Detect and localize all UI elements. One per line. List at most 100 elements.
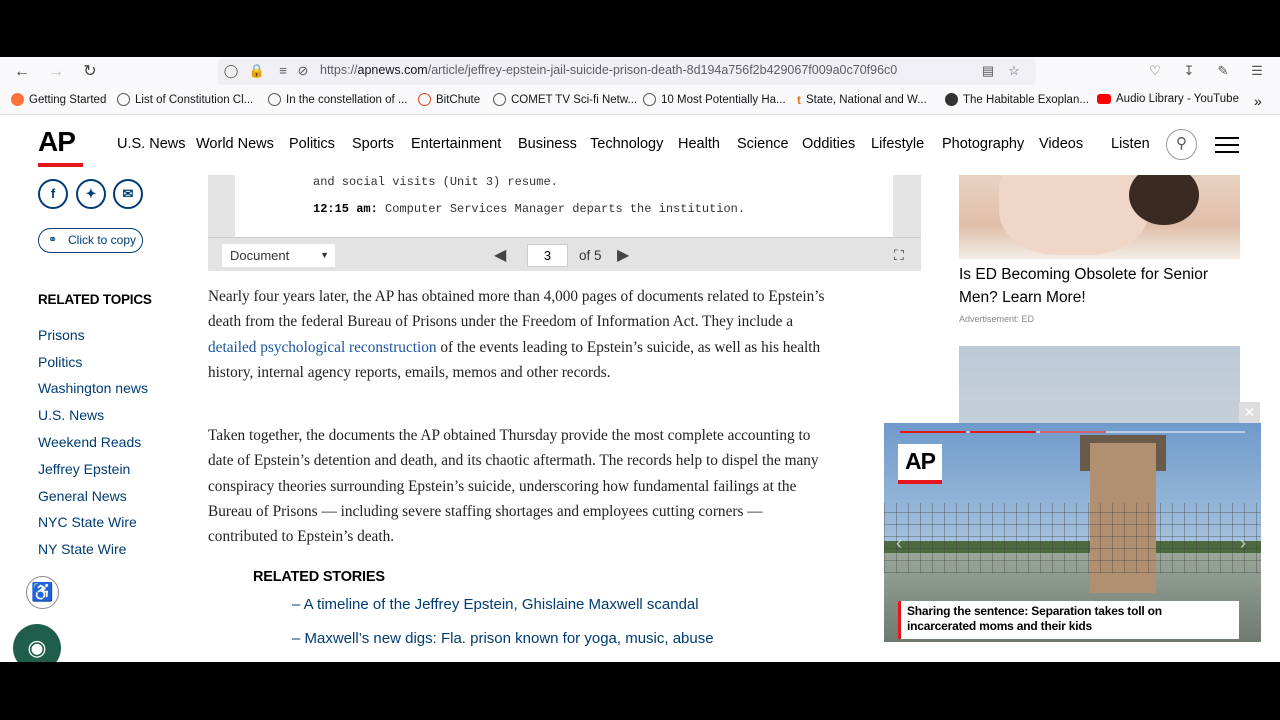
tracking-blocked-icon[interactable]: ⊘ [294,62,312,80]
permissions-icon[interactable]: ≡ [274,62,292,80]
bookmark-label: BitChute [436,93,481,106]
reload-icon[interactable]: ↻ [80,62,100,82]
ap-logo-text: AP [38,126,76,157]
close-icon[interactable]: ✕ [1239,402,1260,423]
bookmark-label: In the constellation of ... [286,93,408,106]
lock-icon[interactable]: 🔒 [248,62,266,80]
forward-arrow-icon[interactable]: → [46,62,66,82]
pocket-icon[interactable]: ♡ [1146,62,1164,80]
nav-business[interactable]: Business [518,136,577,152]
topic-link[interactable]: NYC State Wire [38,514,137,530]
browser-window: ← → ↻ ◯ 🔒 ≡ ⊘ https://apnews.com/article… [0,57,1280,662]
search-icon[interactable]: ⚲ [1166,129,1197,160]
reader-view-icon[interactable]: ▤ [979,62,997,80]
bookmark-comet-tv[interactable]: COMET TV Sci-fi Netw... [493,93,637,106]
bookmark-constitution[interactable]: List of Constitution Cl... [117,93,253,106]
bookmark-10-most[interactable]: 10 Most Potentially Ha... [643,93,786,106]
hamburger-menu-icon[interactable] [1215,137,1239,155]
nav-sports[interactable]: Sports [352,136,394,152]
menu-icon[interactable]: ☰ [1248,62,1266,80]
video-frame-fence [884,503,1261,573]
nav-entertainment[interactable]: Entertainment [411,136,501,152]
twitter-share-icon[interactable]: ✦ [76,179,106,209]
accessibility-icon[interactable]: ♿ [26,576,59,609]
url-host: apnews.com [357,63,428,77]
video-progress-bar[interactable] [900,431,1245,433]
nav-politics[interactable]: Politics [289,136,335,152]
ad-headline[interactable]: Is ED Becoming Obsolete for Senior Men? … [959,263,1239,309]
back-arrow-icon[interactable]: ← [12,62,32,82]
next-page-icon[interactable]: ▶ [617,245,629,265]
nav-science[interactable]: Science [737,136,789,152]
related-story-link[interactable]: – A timeline of the Jeffrey Epstein, Ghi… [292,596,699,613]
email-share-icon[interactable]: ✉ [113,179,143,209]
document-text: Computer Services Manager departs the in… [385,202,746,216]
topic-link[interactable]: Jeffrey Epstein [38,461,130,477]
bookmark-constellation[interactable]: In the constellation of ... [268,93,407,106]
bookmark-getting-started[interactable]: Getting Started [11,93,106,106]
video-caption[interactable]: Sharing the sentence: Separation takes t… [898,601,1239,639]
topic-link[interactable]: Weekend Reads [38,434,141,450]
bookmark-habitable-exoplanets[interactable]: The Habitable Exoplan... [945,93,1089,106]
bitchute-icon [418,93,431,106]
topic-link[interactable]: NY State Wire [38,541,126,557]
nav-health[interactable]: Health [678,136,720,152]
document-line: and social visits (Unit 3) resume. [313,175,558,189]
nav-technology[interactable]: Technology [590,136,663,152]
chevron-down-icon: ▼ [320,250,329,260]
topic-link[interactable]: Prisons [38,327,85,343]
psychological-reconstruction-link[interactable]: detailed psychological reconstruction [208,339,437,356]
nav-lifestyle[interactable]: Lifestyle [871,136,924,152]
cookie-settings-icon[interactable]: ◉ [13,624,61,662]
link-icon: ⚭ [48,234,58,246]
video-logo-underline [898,480,942,484]
facebook-share-icon[interactable]: f [38,179,68,209]
document-mode-select[interactable]: Document ▼ [222,244,335,267]
nav-listen[interactable]: Listen [1111,136,1150,152]
url-scheme: https:// [320,63,358,77]
document-page: and social visits (Unit 3) resume. 12:15… [235,175,893,237]
site-header: AP U.S. News World News Politics Sports … [0,116,1280,174]
nav-world-news[interactable]: World News [196,136,274,152]
bookmarks-overflow-icon[interactable]: » [1254,93,1262,109]
star-icon[interactable]: ☆ [1005,62,1023,80]
topic-link[interactable]: Politics [38,354,82,370]
related-story-link[interactable]: – Maxwell’s new digs: Fla. prison known … [292,630,714,647]
ad-image-secondary[interactable] [959,346,1240,426]
youtube-icon [1097,94,1111,104]
url-text[interactable]: https://apnews.com/article/jeffrey-epste… [320,63,897,77]
topic-link[interactable]: General News [38,488,127,504]
video-prev-icon[interactable]: ‹ [896,533,902,554]
bookmark-state-national[interactable]: t State, National and W... [797,93,927,107]
topic-link[interactable]: Washington news [38,380,148,396]
document-line: 12:15 am: Computer Services Manager depa… [313,202,745,216]
nav-photography[interactable]: Photography [942,136,1024,152]
bookmark-label: The Habitable Exoplan... [963,93,1089,106]
ap-logo-underline [38,163,83,167]
page-number-input[interactable]: 3 [527,244,568,267]
topic-link[interactable]: U.S. News [38,407,104,423]
nav-videos[interactable]: Videos [1039,136,1083,152]
bookmark-audio-library[interactable]: Audio Library - YouTube [1097,93,1239,105]
globe-icon [493,93,506,106]
article-paragraph: Nearly four years later, the AP has obta… [208,284,828,385]
extensions-icon[interactable]: ✎ [1214,62,1232,80]
video-next-icon[interactable]: › [1240,533,1246,554]
related-stories-heading: RELATED STORIES [253,569,385,585]
video-player[interactable]: AP ‹ › Sharing the sentence: Separation … [884,423,1261,642]
fullscreen-icon[interactable]: ⛶ [894,247,904,264]
previous-page-icon[interactable]: ◀ [494,245,506,265]
ap-logo[interactable]: AP [38,126,84,170]
ad-image-hand [999,175,1149,255]
document-time: 12:15 am: [313,202,378,216]
shield-icon[interactable]: ◯ [222,62,240,80]
bookmark-bitchute[interactable]: BitChute [418,93,480,106]
bookmark-label: State, National and W... [806,94,927,106]
nav-us-news[interactable]: U.S. News [117,136,186,152]
download-icon[interactable]: ↧ [1180,62,1198,80]
globe-icon [268,93,281,106]
nav-oddities[interactable]: Oddities [802,136,855,152]
video-logo-text: AP [905,448,936,474]
copy-link-button[interactable]: ⚭ Click to copy [38,228,143,253]
ad-image[interactable] [959,175,1240,259]
